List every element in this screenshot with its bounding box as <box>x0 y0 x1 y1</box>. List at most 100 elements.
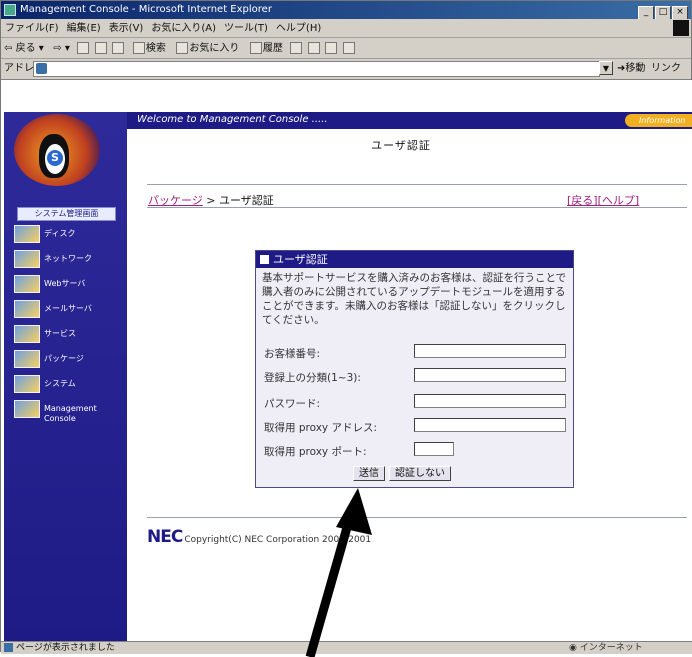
edit-icon[interactable] <box>325 42 338 54</box>
proxy-address-input[interactable] <box>414 418 566 432</box>
package-icon <box>14 350 40 368</box>
menu-help[interactable]: ヘルプ(H) <box>272 20 325 37</box>
back-button[interactable]: ⇦ 戻る ▾ <box>1 39 47 58</box>
registration-class-row: 登録上の分類(1~3): <box>264 368 569 386</box>
security-zone: ◉ インターネット <box>569 642 643 654</box>
address-input[interactable] <box>33 61 600 77</box>
history-button[interactable]: 履歴 <box>246 39 286 58</box>
sidebar-item-label: メールサーバ <box>44 304 92 313</box>
print-icon[interactable] <box>307 42 320 54</box>
mail-icon[interactable] <box>290 42 303 54</box>
password-input[interactable] <box>414 394 566 408</box>
information-tab[interactable]: Information <box>625 114 692 127</box>
back-label: 戻る <box>15 43 36 54</box>
status-bar: ページが表示されました ◉ インターネット <box>1 641 692 654</box>
proxy-port-label: 取得用 proxy ポート: <box>264 446 367 458</box>
sidebar-item-label: パッケージ <box>44 354 84 363</box>
network-icon <box>14 250 40 268</box>
password-row: パスワード: <box>264 394 569 412</box>
sidebar-item-label: ネットワーク <box>44 254 92 263</box>
stop-icon[interactable] <box>77 42 90 54</box>
search-label: 検索 <box>145 43 166 54</box>
square-bullet-icon <box>260 255 269 264</box>
go-label: 移動 <box>625 63 646 74</box>
sidebar-item-label: サービス <box>44 329 76 338</box>
help-link[interactable]: [ヘルプ] <box>598 194 640 207</box>
sidebar-item-system[interactable]: システム <box>14 375 124 393</box>
discuss-icon[interactable] <box>342 42 355 54</box>
sidebar-item-disk[interactable]: ディスク <box>14 225 124 243</box>
ie-icon <box>4 4 16 16</box>
back-arrow-icon: ⇦ <box>4 43 13 54</box>
s-badge-icon: S <box>47 150 63 166</box>
proxy-port-input[interactable] <box>414 442 454 456</box>
windows-logo-icon <box>673 20 689 36</box>
sidebar-item-mail-server[interactable]: メールサーバ <box>14 300 124 318</box>
page-icon <box>36 63 47 74</box>
menu-file[interactable]: ファイル(F) <box>1 20 63 37</box>
auth-panel-header: ユーザ認証 <box>256 251 573 268</box>
divider <box>147 517 687 518</box>
history-icon <box>249 42 262 54</box>
refresh-icon[interactable] <box>94 42 107 54</box>
proxy-address-row: 取得用 proxy アドレス: <box>264 418 569 436</box>
window-controls: _ □ × <box>637 3 688 19</box>
skip-auth-button[interactable]: 認証しない <box>389 466 451 481</box>
sidebar-item-label: システム <box>44 379 76 388</box>
forward-button[interactable]: ⇨ ▾ <box>50 39 73 58</box>
status-text: ページが表示されました <box>16 643 115 653</box>
system-icon <box>14 375 40 393</box>
breadcrumb: パッケージ > ユーザ認証 <box>148 192 274 208</box>
registration-class-input[interactable] <box>414 368 566 382</box>
maximize-button[interactable]: □ <box>655 6 671 19</box>
back-link[interactable]: [戻る] <box>567 194 598 207</box>
registration-class-label: 登録上の分類(1~3): <box>264 372 361 384</box>
page-title: ユーザ認証 <box>371 139 431 152</box>
sidebar-item-label: ディスク <box>44 229 76 238</box>
history-label: 履歴 <box>262 43 283 54</box>
sidebar-item-management-console[interactable]: Management Console <box>14 400 124 423</box>
sidebar-item-label: Management Console <box>44 404 97 423</box>
customer-number-label: お客様番号: <box>264 348 321 360</box>
menu-favorites[interactable]: お気に入り(A) <box>147 20 220 37</box>
browser-window: Management Console - Microsoft Internet … <box>0 0 692 654</box>
page-done-icon <box>4 643 13 652</box>
sidebar-item-network[interactable]: ネットワーク <box>14 250 124 268</box>
close-button[interactable]: × <box>672 6 688 19</box>
menu-edit[interactable]: 編集(E) <box>63 20 105 37</box>
go-button[interactable]: ➜移動 <box>617 59 645 79</box>
home-icon[interactable] <box>112 42 125 54</box>
sidebar-item-package[interactable]: パッケージ <box>14 350 124 368</box>
sidebar-item-web-server[interactable]: Webサーバ <box>14 275 124 293</box>
service-icon <box>14 325 40 343</box>
menu-tools[interactable]: ツール(T) <box>220 20 272 37</box>
user-auth-panel: ユーザ認証 基本サポートサービスを購入済みのお客様は、認証を行うことで購入者のみ… <box>255 250 574 488</box>
sidebar: S システム管理画面 ディスク ネットワーク Webサーバ メールサーバ サービ… <box>4 112 127 641</box>
divider <box>147 184 687 185</box>
sidebar-item-label: Webサーバ <box>44 279 86 288</box>
links-button[interactable]: リンク <box>651 59 681 79</box>
breadcrumb-package-link[interactable]: パッケージ <box>148 194 203 207</box>
customer-number-input[interactable] <box>414 344 566 358</box>
proxy-address-label: 取得用 proxy アドレス: <box>264 422 377 434</box>
auth-description: 基本サポートサービスを購入済みのお客様は、認証を行うことで購入者のみに公開されて… <box>262 272 567 326</box>
disk-icon <box>14 225 40 243</box>
management-console-logo: S <box>14 114 100 186</box>
auth-panel-title: ユーザ認証 <box>273 253 328 266</box>
web-server-icon <box>14 275 40 293</box>
management-console-icon <box>14 400 40 418</box>
forward-arrow-icon: ⇨ <box>53 43 62 54</box>
window-title: Management Console - Microsoft Internet … <box>20 4 272 15</box>
favorites-button[interactable]: お気に入り <box>172 39 242 58</box>
address-dropdown-button[interactable]: ▼ <box>599 61 613 75</box>
menu-view[interactable]: 表示(V) <box>105 20 148 37</box>
submit-button[interactable]: 送信 <box>353 466 385 481</box>
minimize-button[interactable]: _ <box>638 6 654 19</box>
sidebar-item-service[interactable]: サービス <box>14 325 124 343</box>
search-button[interactable]: 検索 <box>129 39 169 58</box>
proxy-port-row: 取得用 proxy ポート: <box>264 442 569 460</box>
security-zone-label: インターネット <box>579 643 643 653</box>
breadcrumb-current: ユーザ認証 <box>219 194 274 207</box>
search-icon <box>132 42 145 54</box>
auth-actions: 送信 認証しない <box>353 466 455 481</box>
